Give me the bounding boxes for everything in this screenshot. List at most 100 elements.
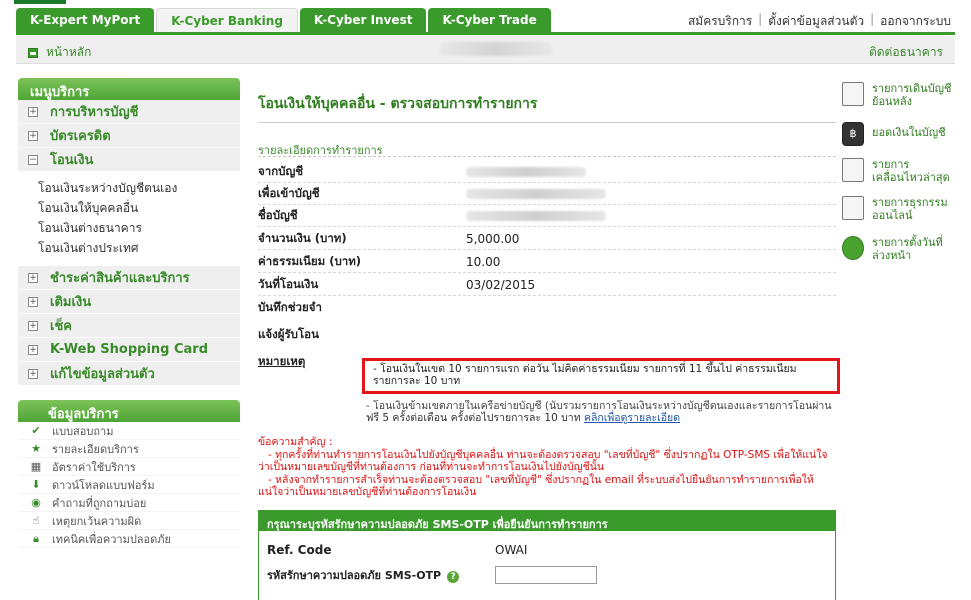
star-icon: ★ (31, 441, 41, 455)
redacted-value (466, 166, 586, 177)
important-title: ข้อความสำคัญ : (258, 436, 333, 448)
info-item-label: เหตุยกเว้นความผิด (52, 514, 142, 528)
collapse-icon: − (28, 154, 38, 165)
expand-icon: + (28, 106, 38, 117)
otp-code-row: รหัสรักษาความปลอดภัย SMS-OTP? (267, 564, 827, 586)
top-strip: K-Expert MyPort K-Cyber Banking K-Cyber … (0, 0, 971, 34)
otp-panel: กรุณาระบุรหัสรักษาความปลอดภัย SMS-OTP เพ… (258, 510, 836, 600)
quick-recent[interactable]: รายการเคลื่อนไหวล่าสุด (842, 158, 960, 184)
service-menu: เมนูบริการ + การบริหารบัญชี + บัตรเครดิต −… (18, 78, 240, 386)
details-link[interactable]: คลิกเพื่อดูรายละเอียด (584, 412, 680, 424)
lock-icon: 🔒︎ (33, 531, 39, 545)
home-bar: หน้าหลัก ติดต่อธนาคาร (16, 36, 955, 64)
note-hidden-line (366, 350, 838, 358)
info-item-survey[interactable]: ✔ แบบสอบถาม (18, 422, 240, 440)
tab-k-cyber-invest[interactable]: K-Cyber Invest (299, 8, 427, 32)
important-line-2: - หลังจากทำรายการสำเร็จท่านจะต้องตรวจสอบ… (258, 473, 814, 499)
info-item-fees[interactable]: ▦ อัตราค่าใช้บริการ (18, 458, 240, 476)
hand-icon: ☝ (32, 513, 40, 527)
otp-input[interactable] (495, 566, 597, 584)
service-info: ข้อมูลบริการ ✔ แบบสอบถาม ★ รายละเอียดบริกา… (18, 400, 240, 548)
menu-item-profile[interactable]: + แก้ไขข้อมูลส่วนตัว (18, 362, 240, 386)
field-label: บันทึกช่วยจำ (258, 300, 322, 314)
register-link[interactable]: สมัครบริการ (688, 12, 752, 31)
field-label: จำนวนเงิน (บาท) (258, 230, 347, 245)
tab-k-expert[interactable]: K-Expert MyPort (16, 8, 155, 32)
tab-k-cyber-trade[interactable]: K-Cyber Trade (428, 8, 551, 32)
field-label: เพื่อเข้าบัญชี (258, 185, 320, 200)
highlighted-note: - โอนเงินในเขต 10 รายการแรก ต่อวัน ไม่คิ… (362, 358, 840, 394)
field-account-name: ชื่อบัญชี (258, 205, 836, 227)
menu-item-label: โอนเงิน (50, 153, 94, 168)
menu-item-shopping-card[interactable]: + K-Web Shopping Card (18, 338, 240, 362)
menu-item-label: ชำระค่าสินค้าและบริการ (50, 271, 190, 286)
online-icon (842, 196, 864, 220)
field-label: ค่าธรรมเนียม (บาท) (258, 253, 362, 268)
service-menu-heading: เมนูบริการ (18, 78, 240, 100)
ref-code-value: OWAI (495, 543, 528, 557)
quick-link-label: ยอดเงินในบัญชี (872, 126, 946, 139)
info-item-security[interactable]: 🔒︎ เทคนิคเพื่อความปลอดภัย (18, 530, 240, 548)
menu-item-label: เติมเงิน (50, 295, 92, 310)
submenu-other-person[interactable]: โอนเงินให้บุคคลอื่น (38, 198, 240, 218)
menu-item-account[interactable]: + การบริหารบัญชี (18, 100, 240, 124)
blurred-user-name (440, 42, 552, 56)
quick-statement[interactable]: รายการเดินบัญชีย้อนหลัง (842, 82, 960, 108)
statement-icon (842, 82, 864, 106)
submenu-overseas[interactable]: โอนเงินต่างประเทศ (38, 238, 240, 258)
expand-icon: + (28, 296, 38, 307)
info-item-faq[interactable]: ◉ คำถามที่ถูกถามบ่อย (18, 494, 240, 512)
redacted-value (466, 210, 606, 221)
menu-item-credit-card[interactable]: + บัตรเครดิต (18, 124, 240, 148)
tab-k-cyber-banking[interactable]: K-Cyber Banking (156, 8, 298, 32)
otp-heading: กรุณาระบุรหัสรักษาความปลอดภัย SMS-OTP เพ… (259, 511, 835, 531)
recent-icon (842, 158, 864, 182)
faq-icon: ◉ (31, 495, 41, 509)
home-label: หน้าหลัก (46, 45, 92, 59)
home-link[interactable]: หน้าหลัก (28, 43, 91, 62)
help-icon[interactable]: ? (447, 571, 460, 583)
balance-icon: ฿ (842, 122, 864, 146)
settings-link[interactable]: ตั้งค่าข้อมูลส่วนตัว (768, 12, 864, 31)
info-item-label: ดาวน์โหลดแบบฟอร์ม (52, 478, 155, 492)
menu-item-top-up[interactable]: + เติมเงิน (18, 290, 240, 314)
submenu-own-account[interactable]: โอนเงินระหว่างบัญชีตนเอง (38, 178, 240, 198)
menu-item-label: การบริหารบัญชี (50, 105, 139, 120)
menu-item-bill-payment[interactable]: + ชำระค่าสินค้าและบริการ (18, 266, 240, 290)
info-item-details[interactable]: ★ รายละเอียดบริการ (18, 440, 240, 458)
logout-link[interactable]: ออกจากระบบ (880, 12, 951, 31)
note-label: หมายเหตุ (258, 354, 306, 368)
submenu-other-bank[interactable]: โอนเงินต่างธนาคาร (38, 218, 240, 238)
quick-link-label: รายการเดินบัญชีย้อนหลัง (872, 82, 952, 108)
field-to-account: เพื่อเข้าบัญชี (258, 183, 836, 205)
menu-item-transfer[interactable]: − โอนเงิน (18, 148, 240, 172)
quick-online[interactable]: รายการธุรกรรมออนไลน์ (842, 196, 960, 222)
section-divider (258, 156, 836, 157)
quick-balance[interactable]: ฿ ยอดเงินในบัญชี (842, 122, 960, 146)
info-item-disclaimer[interactable]: ☝ เหตุยกเว้นความผิด (18, 512, 240, 530)
field-amount: จำนวนเงิน (บาท) 5,000.00 (258, 228, 836, 250)
field-date: วันที่โอนเงิน 03/02/2015 (258, 274, 836, 296)
title-divider (258, 122, 836, 123)
menu-item-label: K-Web Shopping Card (50, 342, 209, 357)
menu-item-label: แก้ไขข้อมูลส่วนตัว (50, 367, 155, 382)
calculator-icon: ▦ (30, 459, 42, 473)
date-value: 03/02/2015 (466, 277, 536, 292)
contact-bank-link[interactable]: ติดต่อธนาคาร (869, 43, 943, 62)
page-title: โอนเงินให้บุคคลอื่น - ตรวจสอบการทำรายการ (258, 96, 538, 112)
field-from-account: จากบัญชี (258, 161, 836, 183)
transfer-submenu: โอนเงินระหว่างบัญชีตนเอง โอนเงินให้บุคคล… (18, 172, 240, 266)
download-icon: ⬇ (31, 477, 41, 491)
quick-link-label: รายการตั้งวันที่ล่วงหน้า (872, 236, 943, 262)
tab-underline (16, 32, 955, 35)
info-item-label: คำถามที่ถูกถามบ่อย (52, 496, 147, 510)
info-item-download[interactable]: ⬇ ดาวน์โหลดแบบฟอร์ม (18, 476, 240, 494)
brand-bar (14, 0, 66, 4)
quick-link-label: รายการเคลื่อนไหวล่าสุด (872, 158, 950, 184)
expand-icon: + (28, 368, 38, 379)
field-label: จากบัญชี (258, 163, 304, 178)
menu-item-cheque[interactable]: + เช็ค (18, 314, 240, 338)
quick-scheduled[interactable]: รายการตั้งวันที่ล่วงหน้า (842, 236, 960, 262)
field-label: วันที่โอนเงิน (258, 276, 319, 291)
top-links: สมัครบริการ | ตั้งค่าข้อมูลส่วนตัว | ออก… (688, 12, 951, 31)
